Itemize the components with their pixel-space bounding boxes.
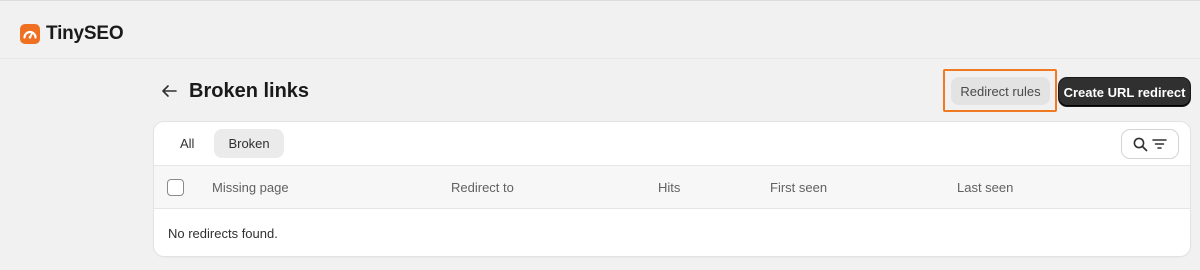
top-bar: TinySEO [0, 0, 1200, 59]
search-filter-button[interactable] [1122, 130, 1178, 158]
arrow-left-icon [162, 85, 177, 97]
tab-all[interactable]: All [166, 129, 208, 158]
brand[interactable]: TinySEO [20, 23, 124, 45]
column-missing-page[interactable]: Missing page [212, 180, 289, 195]
table-header: Missing page Redirect to Hits First seen… [154, 165, 1190, 209]
column-first-seen[interactable]: First seen [770, 180, 827, 195]
tab-broken[interactable]: Broken [214, 129, 284, 158]
column-last-seen[interactable]: Last seen [957, 180, 1013, 195]
create-url-redirect-button[interactable]: Create URL redirect [1059, 78, 1190, 106]
search-icon [1133, 137, 1148, 151]
select-all-checkbox[interactable] [167, 179, 184, 196]
back-button[interactable] [158, 80, 180, 102]
empty-state-message: No redirects found. [168, 226, 278, 241]
page-title: Broken links [189, 80, 310, 102]
page-header: Broken links Redirect rules Create URL r… [154, 69, 1192, 112]
app-name: TinySEO [46, 23, 124, 44]
broken-links-card: All Broken Missing page Redirect to Hits… [154, 122, 1190, 256]
filter-lines-icon [1152, 139, 1167, 149]
column-redirect-to[interactable]: Redirect to [451, 180, 514, 195]
redirect-rules-button[interactable]: Redirect rules [951, 77, 1050, 105]
app-logo-icon [20, 24, 40, 44]
column-hits[interactable]: Hits [658, 180, 680, 195]
tab-bar: All Broken [166, 129, 284, 158]
